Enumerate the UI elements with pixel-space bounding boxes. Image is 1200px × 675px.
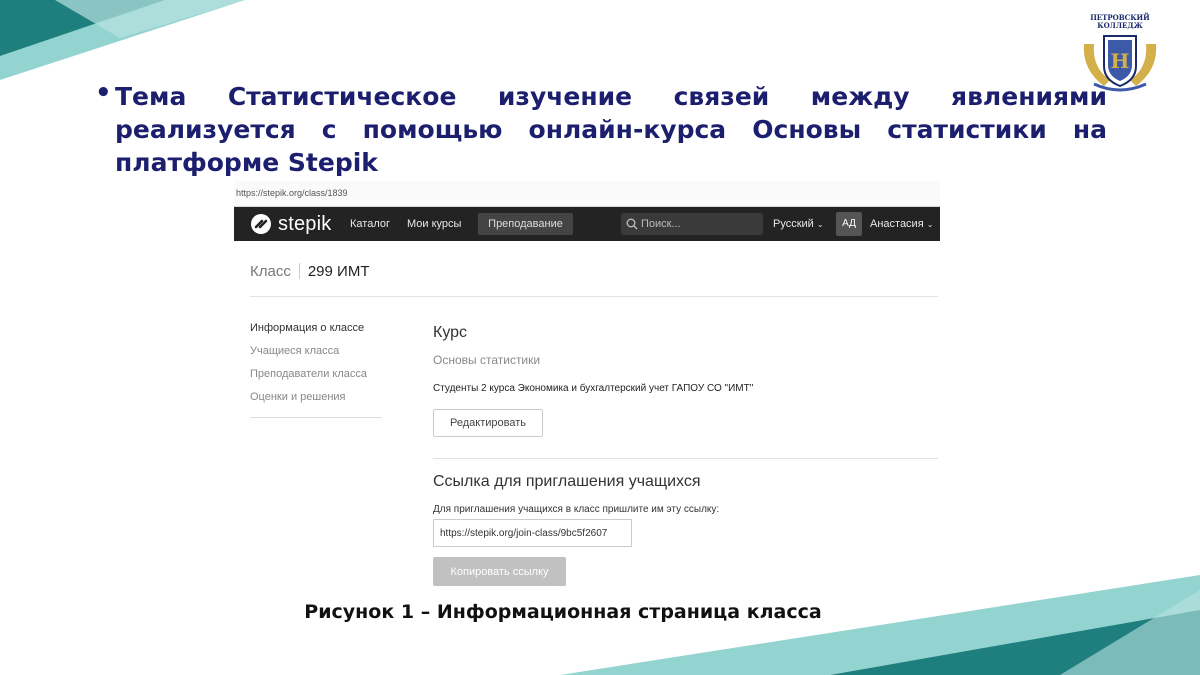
invite-link-field[interactable] [433,519,632,547]
language-select[interactable]: Русский ⌄ [773,207,824,241]
course-heading: Курс [433,324,468,341]
user-menu[interactable]: Анастасия ⌄ [870,207,933,241]
nav-my-courses[interactable]: Мои курсы [407,207,461,241]
stepik-logo[interactable]: stepik [250,212,331,236]
user-name: Анастасия [870,218,924,230]
chevron-down-icon: ⌄ [816,220,824,229]
figure-caption: Рисунок 1 – Информационная страница клас… [304,601,822,623]
bullet-dot: • [95,78,112,108]
breadcrumb-label[interactable]: Класс [250,263,291,280]
svg-text:Н: Н [1111,49,1130,73]
stepik-logo-icon [251,214,271,234]
stepik-screenshot: https://stepik.org/class/1839 stepik Кат… [234,181,940,594]
class-sidebar: Информация о классе Учащиеся класса Преп… [250,321,382,418]
chevron-down-icon: ⌄ [926,220,934,229]
copy-link-button[interactable]: Копировать ссылку [433,557,566,586]
sidebar-item-students[interactable]: Учащиеся класса [250,344,382,367]
address-bar[interactable]: https://stepik.org/class/1839 [234,181,940,207]
avatar[interactable]: АД [836,212,862,236]
bullet-text-body: Тема Статистическое изучение связей межд… [115,82,1107,177]
class-description: Студенты 2 курса Экономика и бухгалтерск… [433,383,754,394]
stepik-wordmark: stepik [278,212,332,235]
nav-catalog[interactable]: Каталог [350,207,390,241]
class-name: 299 ИМТ [307,263,370,280]
edit-button[interactable]: Редактировать [433,409,543,437]
search-icon [626,218,638,230]
sidebar-item-class-info[interactable]: Информация о классе [250,321,382,344]
invite-heading: Ссылка для приглашения учащихся [433,473,701,490]
divider [433,458,938,459]
sidebar-item-grades[interactable]: Оценки и решения [250,390,382,413]
nav-teaching[interactable]: Преподавание [478,213,573,235]
page-title: Класс 299 ИМТ [250,263,369,280]
logo-title-line-2: КОЛЛЕДЖ [1097,21,1143,30]
language-label: Русский [773,218,814,230]
divider [250,296,938,297]
top-navigation-bar: stepik Каталог Мои курсы Преподавание Ру… [234,207,940,241]
sidebar-divider [250,417,382,418]
title-divider [298,263,300,279]
course-name[interactable]: Основы статистики [433,353,540,367]
search-input[interactable] [641,213,756,235]
search-box[interactable] [621,213,763,235]
invite-hint: Для приглашения учащихся в класс пришлит… [433,504,720,515]
sidebar-item-teachers[interactable]: Преподаватели класса [250,367,382,390]
slide-bullet: • Тема Статистическое изучение связей ме… [95,78,1107,179]
